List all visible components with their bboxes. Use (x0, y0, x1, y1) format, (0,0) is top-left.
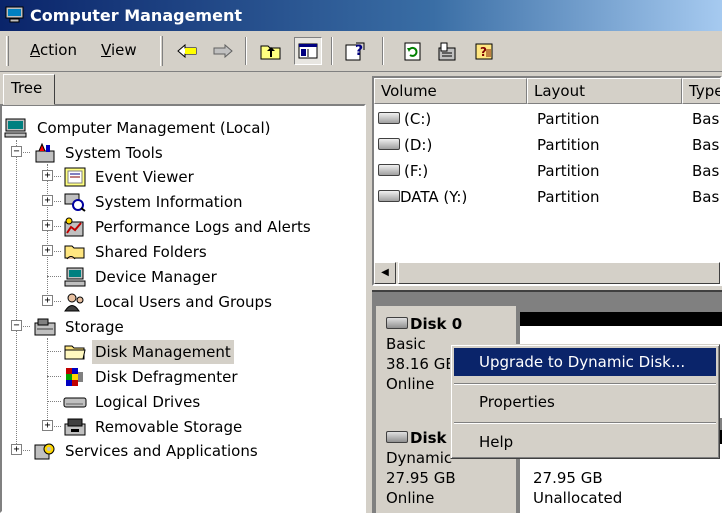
forward-button[interactable] (209, 37, 237, 65)
collapse-system-tools[interactable]: − (11, 146, 22, 157)
disk-management-folder-icon (64, 345, 86, 360)
help-icon: ? (475, 43, 493, 60)
collapse-storage[interactable]: − (11, 320, 22, 331)
show-hide-tree-icon (298, 43, 318, 59)
drive-icon (378, 112, 400, 124)
table-row[interactable]: (D:) Partition Basic (374, 132, 720, 158)
volume-list: Volume Layout Type (C:) Partition Basic … (372, 76, 722, 286)
removable-storage-icon (64, 418, 86, 436)
event-viewer-icon (64, 167, 86, 187)
refresh-button[interactable] (399, 37, 427, 65)
back-button[interactable] (173, 37, 201, 65)
column-header-layout[interactable]: Layout (527, 78, 682, 104)
computer-management-icon (5, 6, 24, 23)
users-icon (64, 293, 84, 312)
column-header-type[interactable]: Type (682, 78, 720, 104)
refresh-icon (404, 42, 421, 61)
expand-performance-logs[interactable]: + (42, 220, 53, 231)
table-row[interactable]: (C:) Partition Basic (374, 106, 720, 132)
toolbar: Action View ? ? (0, 31, 722, 72)
table-row[interactable]: DATA (Y:) Partition Basic (374, 184, 720, 210)
disk-icon (386, 431, 408, 443)
forward-arrow-icon (213, 43, 233, 59)
show-hide-tree-button[interactable] (294, 37, 322, 65)
properties-sheet-icon (438, 42, 456, 61)
system-tools-icon (35, 143, 55, 163)
table-row[interactable]: (F:) Partition Basic (374, 158, 720, 184)
window-title: Computer Management (30, 6, 242, 25)
performance-logs-icon (64, 217, 84, 237)
expand-shared-folders[interactable]: + (42, 245, 53, 256)
menu-action[interactable]: Action (30, 41, 77, 59)
menu-separator (454, 383, 716, 385)
logical-drives-icon (63, 397, 87, 408)
device-manager-icon (64, 267, 86, 287)
toolbar-grip[interactable] (160, 36, 163, 66)
context-menu: Upgrade to Dynamic Disk... Properties He… (450, 344, 720, 459)
expand-services-applications[interactable]: + (11, 444, 22, 455)
expand-event-viewer[interactable]: + (42, 170, 53, 181)
horizontal-scrollbar[interactable]: ◀ (374, 262, 720, 284)
tree-pane: Computer Management (Local) − System Too… (0, 104, 366, 513)
help-button[interactable]: ? (471, 37, 499, 65)
tab-tree[interactable]: Tree (3, 74, 55, 105)
properties-icon: ? (345, 42, 365, 61)
properties-button[interactable] (434, 37, 462, 65)
drive-icon (378, 190, 400, 202)
svg-text:?: ? (480, 45, 487, 59)
computer-icon (4, 118, 27, 138)
scrollbar-thumb[interactable] (398, 262, 720, 284)
back-arrow-icon (177, 43, 197, 59)
export-list-button[interactable]: ? (341, 37, 369, 65)
disk-icon (386, 317, 408, 329)
storage-icon (34, 318, 56, 336)
scroll-left-icon[interactable]: ◀ (374, 262, 396, 284)
column-header-volume[interactable]: Volume (374, 78, 527, 104)
menu-separator (454, 422, 716, 424)
services-icon (34, 443, 55, 460)
svg-text:?: ? (355, 43, 363, 59)
title-bar: Computer Management (0, 0, 722, 31)
system-information-icon (64, 193, 86, 212)
up-one-level-button[interactable] (257, 37, 285, 65)
menu-item-properties[interactable]: Properties (454, 388, 716, 416)
menu-view[interactable]: View (101, 41, 137, 59)
up-folder-icon (260, 45, 281, 60)
drive-icon (378, 164, 400, 176)
shared-folder-icon (64, 245, 85, 260)
expand-removable-storage[interactable]: + (42, 420, 53, 431)
defragmenter-icon (66, 368, 83, 386)
menu-item-help[interactable]: Help (454, 428, 716, 456)
expand-local-users[interactable]: + (42, 295, 53, 306)
menu-item-upgrade-dynamic-disk[interactable]: Upgrade to Dynamic Disk... (454, 348, 716, 376)
menubar-grip[interactable] (6, 36, 9, 66)
expand-system-information[interactable]: + (42, 195, 53, 206)
drive-icon (378, 138, 400, 150)
